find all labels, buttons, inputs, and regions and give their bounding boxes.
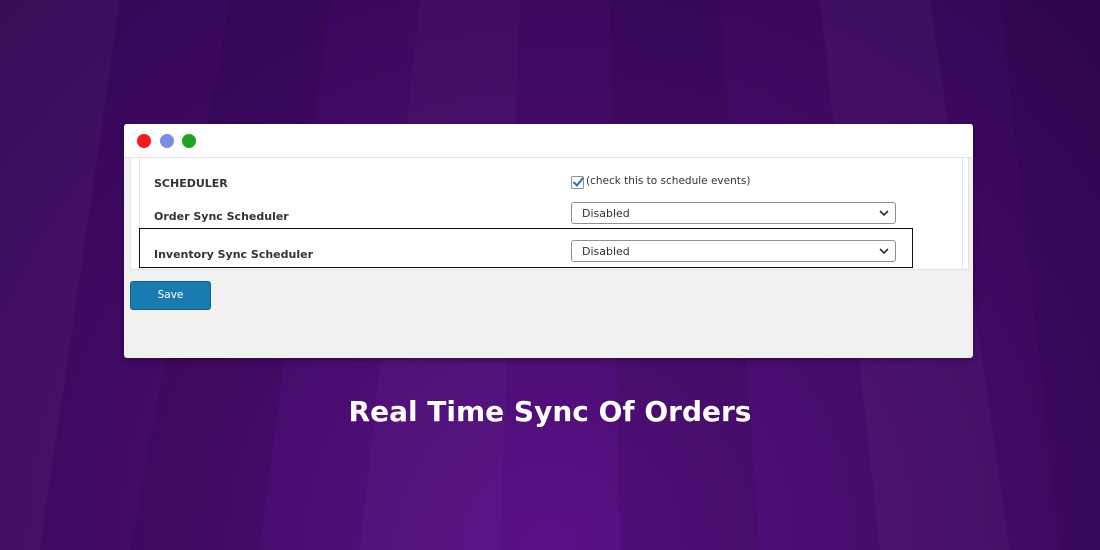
app-window: SCHEDULER (check this to schedule events… <box>124 124 973 358</box>
save-button[interactable]: Save <box>130 281 211 310</box>
chevron-down-icon <box>879 210 889 217</box>
scheduler-hint: (check this to schedule events) <box>586 175 751 187</box>
scheduler-checkbox[interactable] <box>571 176 584 189</box>
inventory-row-highlight <box>139 228 913 268</box>
checkmark-icon <box>573 177 584 187</box>
minimize-window-button[interactable] <box>160 134 174 148</box>
close-window-button[interactable] <box>137 134 151 148</box>
scheduler-label: SCHEDULER <box>154 177 228 190</box>
headline: Real Time Sync Of Orders <box>348 395 752 428</box>
maximize-window-button[interactable] <box>182 134 196 148</box>
order-sync-select[interactable]: Disabled <box>571 202 896 224</box>
order-sync-label: Order Sync Scheduler <box>154 210 289 223</box>
order-sync-value: Disabled <box>582 207 630 220</box>
window-titlebar <box>124 124 973 158</box>
